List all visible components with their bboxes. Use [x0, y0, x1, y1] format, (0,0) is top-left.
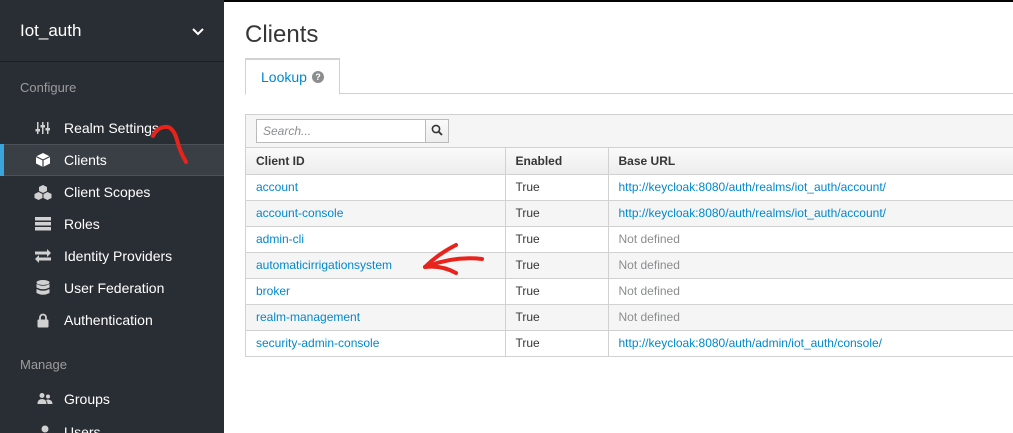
main-content: Clients Lookup ? Client ID Enabled Base … — [224, 2, 1013, 433]
cell-enabled: True — [505, 330, 609, 356]
cell-client-id: admin-cli — [246, 226, 506, 253]
cell-client-id: realm-management — [246, 304, 506, 331]
configure-section-title: Configure — [20, 79, 77, 95]
cell-enabled: True — [505, 252, 609, 279]
user-icon — [36, 423, 54, 433]
tab-label: Lookup — [261, 69, 307, 85]
exchange-icon — [34, 247, 52, 265]
sidebar-item-clients[interactable]: Clients — [0, 144, 224, 176]
cell-enabled: True — [505, 226, 609, 253]
column-header-client-id: Client ID — [246, 148, 506, 175]
client-id-link[interactable]: security-admin-console — [256, 336, 379, 350]
list-icon — [34, 215, 52, 233]
cell-base-url: http://keycloak:8080/auth/realms/iot_aut… — [608, 174, 1013, 201]
lock-icon — [34, 311, 52, 329]
cubes-icon — [34, 183, 52, 201]
search-icon — [431, 124, 443, 139]
client-id-link[interactable]: account-console — [256, 206, 343, 220]
cell-client-id: broker — [246, 278, 506, 305]
sidebar-item-label: Clients — [64, 152, 107, 168]
cell-base-url: http://keycloak:8080/auth/admin/iot_auth… — [608, 330, 1013, 356]
cell-client-id: account — [246, 174, 506, 201]
sidebar-item-groups[interactable]: Groups — [0, 382, 224, 416]
table-header-row: Client ID Enabled Base URL — [246, 148, 1013, 175]
base-url-not-defined: Not defined — [618, 284, 680, 298]
base-url-link[interactable]: http://keycloak:8080/auth/realms/iot_aut… — [619, 180, 887, 194]
cell-base-url: http://keycloak:8080/auth/realms/iot_aut… — [608, 200, 1013, 227]
sidebar-item-users[interactable]: Users — [0, 416, 224, 433]
clients-table-panel: Client ID Enabled Base URL accountTrueht… — [245, 114, 1013, 357]
sliders-icon — [34, 119, 52, 137]
sidebar-item-label: Identity Providers — [64, 248, 173, 264]
clients-table: Client ID Enabled Base URL account True ht… — [246, 148, 1013, 356]
search-input[interactable] — [256, 119, 426, 143]
sidebar-item-authentication[interactable]: Authentication — [0, 304, 224, 336]
client-id-link[interactable]: account — [256, 180, 298, 194]
base-url-link[interactable]: http://keycloak:8080/auth/realms/iot_aut… — [619, 206, 887, 220]
cell-base-url: Not defined — [608, 252, 1013, 279]
table-row: realm-management True Not defined — [246, 304, 1013, 331]
sidebar-item-label: Groups — [64, 391, 110, 407]
sidebar-item-label: Realm Settings — [64, 120, 159, 136]
cell-base-url: Not defined — [608, 226, 1013, 253]
sidebar-item-label: Client Scopes — [64, 184, 151, 200]
sidebar-item-client-scopes[interactable]: Client Scopes — [0, 176, 224, 208]
table-row: admin-cli True Not defined — [246, 226, 1013, 253]
table-body: account True http://keycloak:8080/auth/rea… — [246, 174, 1013, 356]
base-url-not-defined: Not defined — [618, 232, 680, 246]
chevron-down-icon — [190, 23, 206, 39]
sidebar-item-label: Users — [64, 424, 101, 433]
column-header-base-url: Base URL — [608, 148, 1013, 175]
sidebar-item-roles[interactable]: Roles — [0, 208, 224, 240]
cell-client-id: automaticirrigationsystem — [246, 252, 506, 279]
cell-client-id: security-admin-console — [246, 330, 506, 356]
cell-base-url: Not defined — [608, 278, 1013, 305]
sidebar-item-label: User Federation — [64, 280, 165, 296]
client-id-link[interactable]: broker — [256, 284, 290, 298]
tab-lookup[interactable]: Lookup ? — [245, 58, 340, 95]
cell-client-id: account-console — [246, 200, 506, 227]
sidebar-item-user-federation[interactable]: User Federation — [0, 272, 224, 304]
cell-enabled: True — [505, 174, 609, 201]
realm-selector[interactable]: Iot_auth — [0, 0, 224, 62]
table-row: account True http://keycloak:8080/auth/rea… — [246, 174, 1013, 201]
sidebar-item-label: Roles — [64, 216, 100, 232]
base-url-not-defined: Not defined — [618, 310, 680, 324]
sidebar-item-realm-settings[interactable]: Realm Settings — [0, 112, 224, 144]
cell-base-url: Not defined — [608, 304, 1013, 331]
sidebar: Iot_auth Configure Realm Settings Client… — [0, 0, 224, 433]
cell-enabled: True — [505, 200, 609, 227]
client-id-link[interactable]: admin-cli — [256, 232, 304, 246]
table-row: account-console True http://keycloak:8080/… — [246, 200, 1013, 227]
column-header-enabled: Enabled — [505, 148, 609, 175]
sidebar-item-identity-providers[interactable]: Identity Providers — [0, 240, 224, 272]
page-title: Clients — [245, 21, 319, 48]
manage-section-title: Manage — [20, 356, 67, 372]
table-row: broker True Not defined — [246, 278, 1013, 305]
users-icon — [36, 390, 54, 408]
cube-icon — [34, 151, 52, 169]
database-icon — [34, 279, 52, 297]
tab-bar: Lookup ? — [245, 58, 1013, 95]
search-button[interactable] — [426, 119, 449, 143]
cell-enabled: True — [505, 304, 609, 331]
base-url-not-defined: Not defined — [618, 258, 680, 272]
cell-enabled: True — [505, 278, 609, 305]
base-url-link[interactable]: http://keycloak:8080/auth/admin/iot_auth… — [619, 336, 883, 350]
table-row: automaticirrigationsystem True Not defined — [246, 252, 1013, 279]
sidebar-item-label: Authentication — [64, 312, 153, 328]
question-circle-icon[interactable]: ? — [311, 71, 324, 83]
table-row: security-admin-console True http://keycloa… — [246, 330, 1013, 356]
client-id-link[interactable]: realm-management — [256, 310, 360, 324]
realm-name: Iot_auth — [20, 20, 82, 40]
client-id-link[interactable]: automaticirrigationsystem — [256, 258, 392, 272]
table-toolbar — [246, 115, 1013, 148]
